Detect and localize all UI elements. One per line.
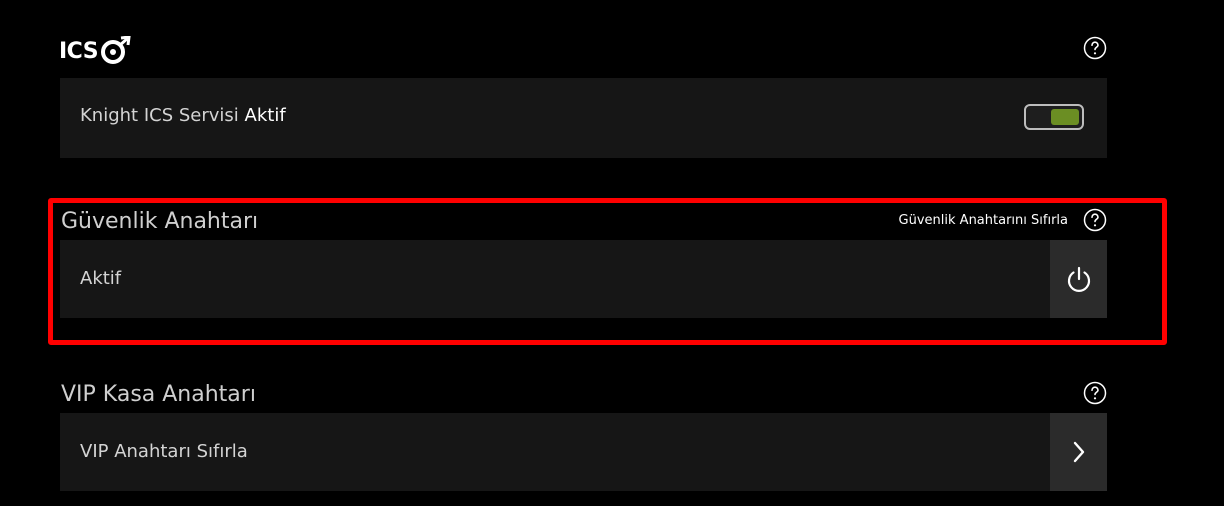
help-icon[interactable] xyxy=(1083,36,1107,60)
vip-key-reset-button[interactable] xyxy=(1050,413,1107,491)
power-button[interactable] xyxy=(1050,240,1107,318)
reset-security-key-link[interactable]: Güvenlik Anahtarını Sıfırla xyxy=(899,213,1068,228)
service-toggle[interactable] xyxy=(1024,104,1084,130)
help-icon[interactable] xyxy=(1083,208,1107,232)
vip-key-title: VIP Kasa Anahtarı xyxy=(61,382,256,407)
service-name: Knight ICS Servisi xyxy=(80,105,239,126)
vip-key-panel[interactable]: VIP Anahtarı Sıfırla xyxy=(60,413,1107,491)
page: ICS Knight ICS Servisi Aktif Güvenlik An… xyxy=(0,0,1224,506)
service-panel: Knight ICS Servisi Aktif xyxy=(60,78,1107,158)
service-label: Knight ICS Servisi Aktif xyxy=(80,105,286,126)
security-key-status: Aktif xyxy=(80,268,122,289)
logo-mark-icon xyxy=(101,36,131,64)
toggle-knob xyxy=(1051,109,1079,125)
logo-text: ICS xyxy=(59,38,99,64)
power-icon xyxy=(1067,266,1090,292)
help-icon[interactable] xyxy=(1083,381,1107,405)
vip-key-reset-label: VIP Anahtarı Sıfırla xyxy=(80,441,248,462)
security-key-title: Güvenlik Anahtarı xyxy=(61,209,259,234)
ics-logo: ICS xyxy=(59,36,133,66)
service-status: Aktif xyxy=(244,105,286,126)
security-key-panel: Aktif xyxy=(60,240,1107,318)
chevron-right-icon xyxy=(1073,441,1084,463)
